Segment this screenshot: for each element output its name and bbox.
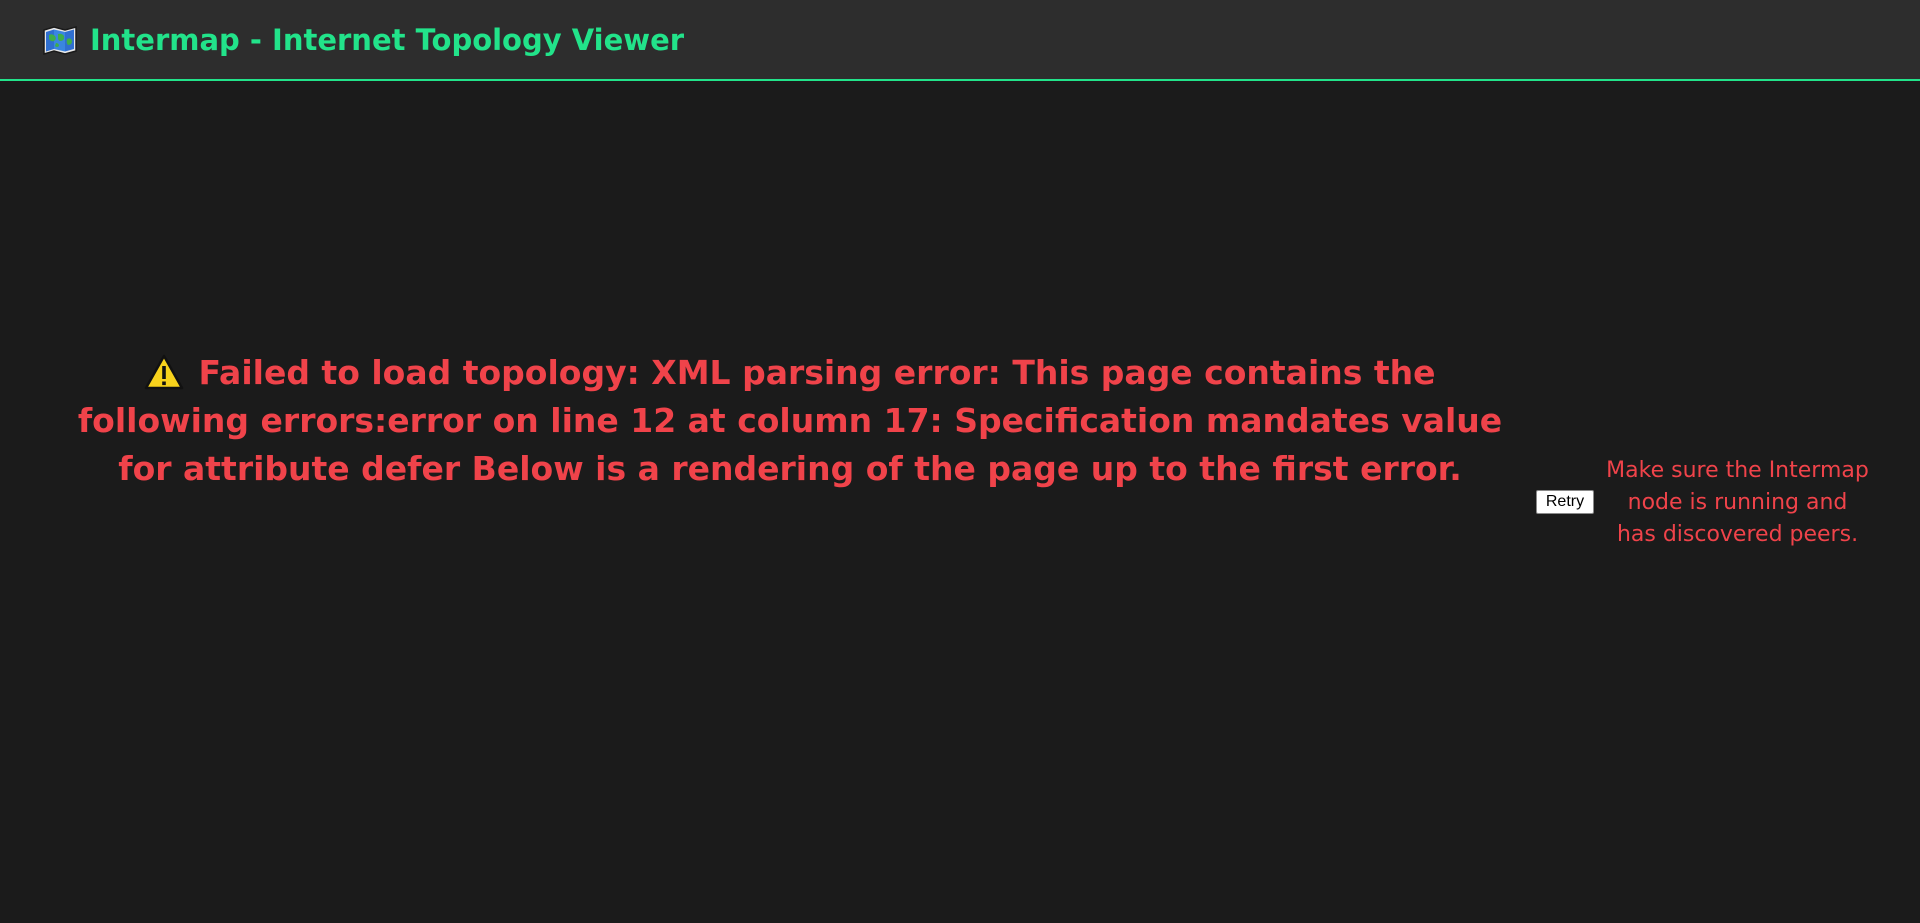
retry-button[interactable]: Retry	[1536, 490, 1594, 514]
hint-text: Make sure the Intermap node is running a…	[1606, 458, 1869, 547]
app-header: Intermap - Internet Topology Viewer	[0, 0, 1920, 81]
app-title: Intermap - Internet Topology Viewer	[90, 22, 685, 57]
error-message-block: Failed to load topology: XML parsing err…	[60, 349, 1520, 493]
warning-icon	[144, 354, 184, 390]
world-map-icon	[43, 25, 77, 55]
error-message: Failed to load topology: XML parsing err…	[77, 353, 1503, 488]
